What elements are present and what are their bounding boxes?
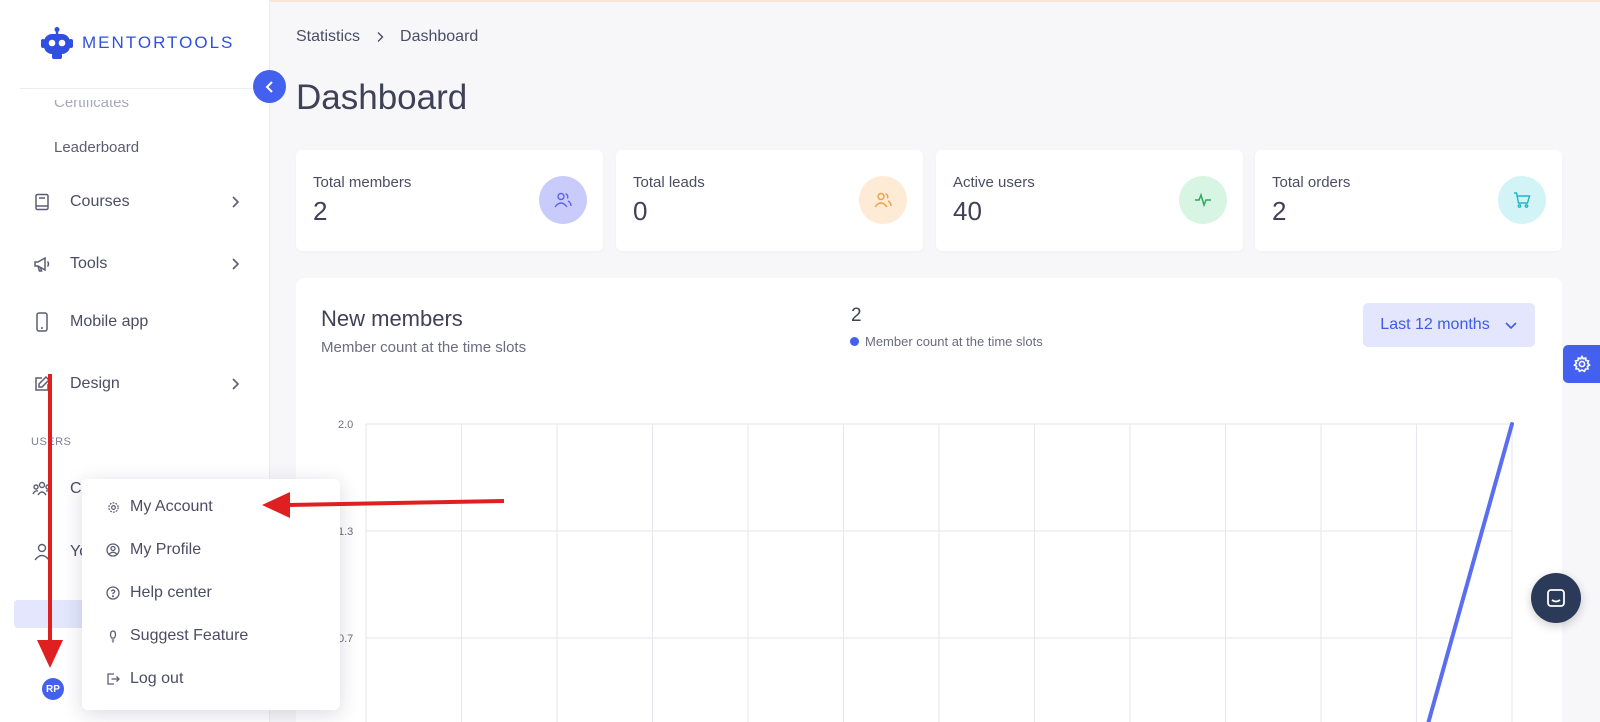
stat-value: 2	[1272, 196, 1287, 226]
pencil-square-icon	[32, 374, 52, 394]
sidebar-item-tools[interactable]: Tools	[32, 249, 242, 279]
sidebar-item-your-profile[interactable]: Yo	[32, 542, 88, 562]
y-tick-label: 2.0	[338, 419, 353, 431]
stat-card-total-members: Total members 2	[296, 150, 603, 251]
sidebar-item-label: Tools	[70, 255, 108, 272]
stat-card-active-users: Active users 40	[936, 150, 1243, 251]
sidebar-item-mobile-app[interactable]: Mobile app	[32, 307, 242, 337]
chevron-right-icon	[377, 32, 384, 42]
page-title: Dashboard	[296, 78, 468, 117]
gear-icon	[1572, 355, 1591, 373]
chevron-right-icon	[232, 258, 240, 270]
line-chart: 2.0 1.3 0.7	[338, 419, 1514, 722]
phone-icon	[32, 312, 52, 332]
menu-item-log-out[interactable]: Log out	[106, 667, 183, 691]
sidebar-item-label: C	[70, 480, 82, 497]
series-line	[1426, 422, 1514, 722]
stat-card-total-orders: Total orders 2	[1255, 150, 1562, 251]
menu-item-my-profile[interactable]: My Profile	[106, 538, 201, 562]
stat-label: Total members	[313, 174, 412, 191]
chevron-right-icon	[232, 196, 240, 208]
users-icon	[539, 176, 587, 224]
stat-value: 0	[633, 196, 648, 226]
user-menu: My Account My Profile Help center Sugges…	[82, 479, 340, 710]
chevron-right-icon	[232, 378, 240, 390]
cart-icon	[1498, 176, 1546, 224]
breadcrumb-dashboard: Dashboard	[400, 28, 479, 45]
sidebar-item-community[interactable]: C	[32, 479, 82, 499]
collapse-sidebar-button[interactable]	[253, 70, 286, 103]
sidebar-item-label: Mobile app	[70, 313, 149, 330]
chat-icon	[1547, 589, 1565, 607]
megaphone-icon	[32, 254, 52, 274]
y-tick-label: 0.7	[338, 633, 353, 645]
sidebar-subitem-certificates[interactable]: Certificates	[54, 100, 129, 118]
sidebar-item-label: Design	[70, 375, 120, 392]
gear-icon	[106, 500, 120, 514]
user-icon	[34, 543, 50, 561]
user-circle-icon	[106, 543, 120, 557]
chevron-left-icon	[265, 80, 273, 93]
breadcrumb: Statistics Dashboard	[296, 28, 478, 46]
stat-value: 40	[953, 196, 982, 226]
users-icon	[859, 176, 907, 224]
stat-label: Total leads	[633, 174, 705, 191]
menu-item-suggest-feature[interactable]: Suggest Feature	[106, 624, 248, 648]
settings-tab-button[interactable]	[1563, 345, 1600, 383]
section-label-users: USERS	[31, 436, 72, 448]
logout-icon	[106, 672, 120, 686]
divider	[20, 88, 269, 89]
stat-card-total-leads: Total leads 0	[616, 150, 923, 251]
brand-name: MENTORTOOLS	[82, 33, 235, 52]
sidebar-subitem-leaderboard[interactable]: Leaderboard	[54, 139, 139, 156]
menu-item-help-center[interactable]: Help center	[106, 581, 212, 605]
menu-item-label: Help center	[130, 584, 212, 601]
avatar[interactable]: RP	[42, 678, 64, 700]
sidebar-item-design[interactable]: Design	[32, 369, 242, 399]
stat-label: Total orders	[1272, 174, 1351, 191]
lightbulb-icon	[106, 629, 120, 643]
chat-launcher-button[interactable]	[1531, 573, 1581, 623]
sidebar-item-courses[interactable]: Courses	[32, 187, 242, 217]
menu-item-label: Log out	[130, 670, 184, 687]
menu-item-label: My Account	[130, 498, 213, 515]
activity-icon	[1179, 176, 1227, 224]
book-icon	[32, 192, 52, 212]
sidebar-item-label: Courses	[70, 193, 130, 210]
brand-logo[interactable]: MENTORTOOLS	[40, 26, 234, 60]
stat-label: Active users	[953, 174, 1035, 191]
new-members-card: New members Member count at the time slo…	[296, 278, 1562, 722]
menu-item-label: My Profile	[130, 541, 202, 558]
robot-logo-icon	[41, 27, 73, 59]
question-circle-icon	[106, 586, 120, 600]
menu-item-label: Suggest Feature	[130, 627, 249, 644]
stat-value: 2	[313, 196, 328, 226]
breadcrumb-statistics[interactable]: Statistics	[296, 28, 360, 46]
menu-item-my-account[interactable]: My Account	[106, 495, 213, 519]
y-tick-label: 1.3	[338, 526, 353, 538]
group-icon	[32, 481, 52, 496]
